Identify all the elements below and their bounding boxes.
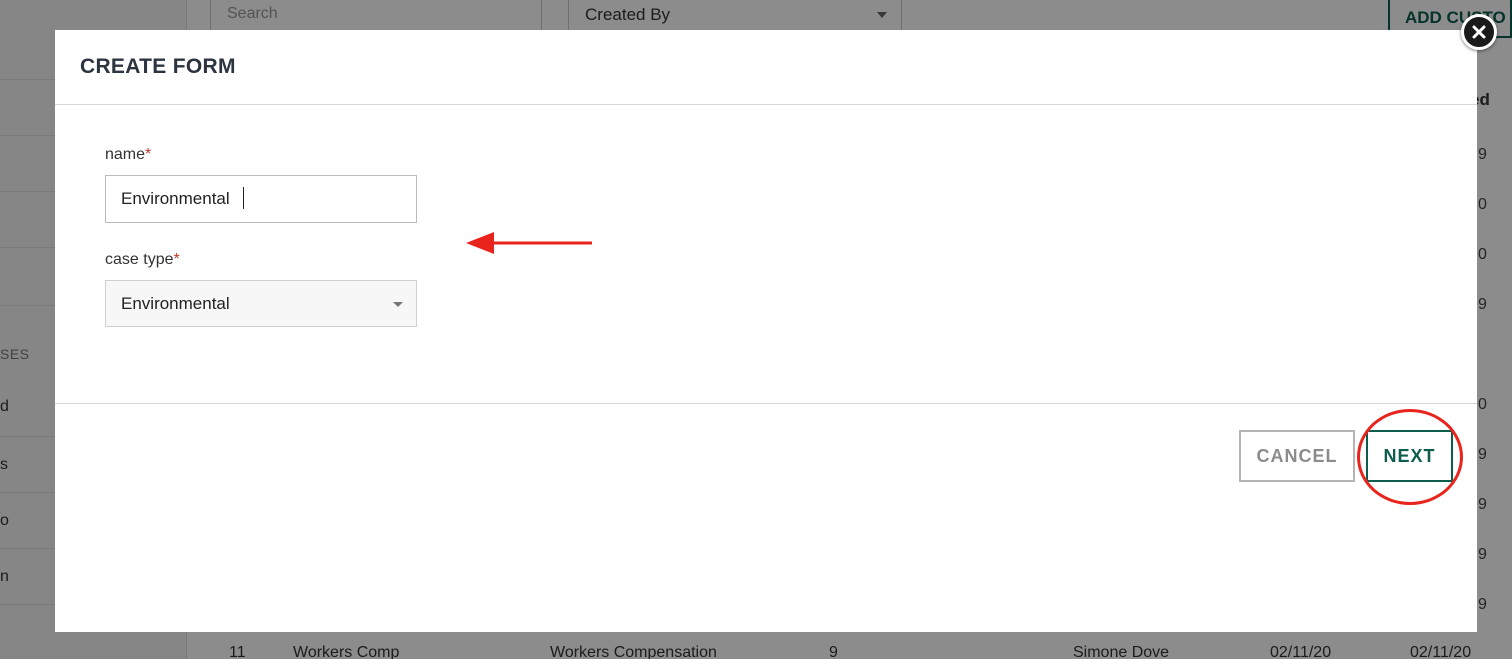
close-button[interactable]: [1461, 14, 1497, 50]
case-type-label: case type*: [105, 251, 180, 269]
required-marker: *: [145, 146, 152, 163]
close-icon: [1472, 25, 1486, 39]
name-field-value[interactable]: Environmental: [121, 189, 230, 209]
case-type-label-text: case type: [105, 251, 174, 268]
highlight-circle: [1357, 409, 1463, 505]
required-marker: *: [173, 251, 180, 268]
chevron-down-icon[interactable]: [393, 302, 403, 307]
case-type-select[interactable]: Environmental: [105, 280, 417, 327]
arrow-left-icon: [466, 232, 592, 254]
dialog-header: CREATE FORM: [55, 30, 1477, 105]
name-label: name*: [105, 146, 151, 164]
text-cursor: [243, 187, 244, 209]
name-label-text: name: [105, 146, 146, 163]
case-type-selected-value: Environmental: [121, 294, 230, 313]
dialog-title: CREATE FORM: [80, 55, 236, 78]
dialog-divider: [55, 403, 1477, 404]
create-form-dialog: CREATE FORM name* Environmental case typ…: [55, 30, 1477, 632]
cancel-button[interactable]: CANCEL: [1239, 430, 1355, 482]
